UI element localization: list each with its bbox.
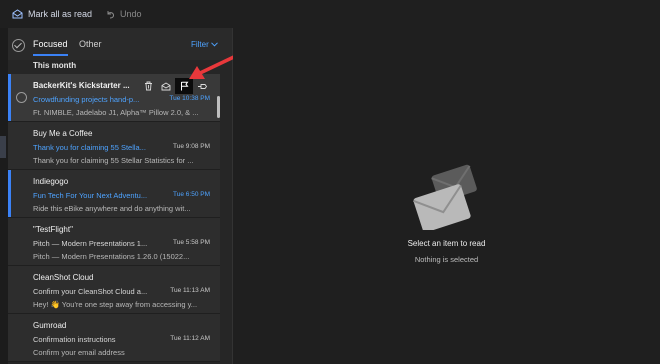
message-subject: Confirmation instructions [33,335,116,344]
tab-other[interactable]: Other [79,39,102,49]
message-preview: Ft. NIMBLE, Jadelabo J1, Alpha™ Pillow 2… [33,108,199,117]
filter-button[interactable]: Filter [191,40,218,49]
message-subject: Confirm your CleanShot Cloud a... [33,287,148,296]
mark-read-button[interactable] [157,78,175,94]
message-subject: Fun Tech For Your Next Adventu... [33,191,148,200]
undo-label: Undo [120,9,142,19]
list-scrollbar-thumb[interactable] [217,96,220,118]
mark-all-read-button[interactable]: Mark all as read [12,0,92,28]
message-preview: Confirm your email address [33,348,125,357]
message-sender: Buy Me a Coffee [33,129,93,138]
message-sender: "TestFlight" [33,225,73,234]
pin-icon [197,83,207,89]
select-message-radio[interactable] [16,92,27,103]
folder-pane-collapsed [0,28,8,364]
message-list: BackerKit's Kickstarter ... Crowdfunding… [8,74,220,362]
filter-label: Filter [190,40,209,49]
delete-button[interactable] [139,78,157,94]
reading-pane-subtitle: Nothing is selected [414,255,479,264]
trash-icon [144,81,152,91]
message-item[interactable]: "TestFlight" Pitch — Modern Presentation… [8,218,220,266]
chevron-down-icon [211,42,218,47]
message-time: Tue 6:50 PM [173,191,210,198]
select-all-check-icon[interactable] [12,39,25,52]
message-sender: CleanShot Cloud [33,273,94,282]
folder-scrollbar-thumb[interactable] [0,136,6,158]
message-subject: Pitch — Modern Presentations 1... [33,239,148,248]
message-preview: Ride this eBike anywhere and do anything… [33,204,191,213]
message-item[interactable]: Buy Me a Coffee Thank you for claiming 5… [8,122,220,170]
envelope-open-icon [12,9,23,19]
message-item[interactable]: Indiegogo Fun Tech For Your Next Adventu… [8,170,220,218]
message-subject: Thank you for claiming 55 Stella... [33,143,146,152]
message-sender: BackerKit's Kickstarter ... [33,81,130,90]
message-time: Tue 10:38 PM [169,95,210,102]
command-bar: Mark all as read Undo [0,0,660,29]
reading-pane-title: Select an item to read [407,239,486,248]
message-time: Tue 11:12 AM [170,335,210,342]
message-sender: Gumroad [33,321,67,330]
mark-all-read-label: Mark all as read [28,9,93,19]
section-header: This month [33,61,77,70]
undo-button[interactable]: Undo [106,0,142,28]
mark-read-icon [161,81,171,90]
message-time: Tue 9:08 PM [173,143,210,150]
message-subject: Crowdfunding projects hand-p... [33,95,140,104]
message-time: Tue 11:13 AM [170,287,210,294]
flag-icon [180,81,188,91]
tab-focused[interactable]: Focused [33,39,68,56]
message-time: Tue 5:58 PM [173,239,210,246]
message-preview: Thank you for claiming 55 Stellar Statis… [33,156,194,165]
undo-icon [107,10,115,18]
reading-pane: Select an item to read Nothing is select… [233,28,660,364]
message-item[interactable]: CleanShot Cloud Confirm your CleanShot C… [8,266,220,314]
message-preview: Pitch — Modern Presentations 1.26.0 (150… [33,252,190,261]
envelopes-illustration-icon [413,164,477,230]
message-preview: Hey! 👋 You're one step away from accessi… [33,300,198,309]
message-item[interactable]: Gumroad Confirmation instructions Tue 11… [8,314,220,362]
message-sender: Indiegogo [33,177,69,186]
